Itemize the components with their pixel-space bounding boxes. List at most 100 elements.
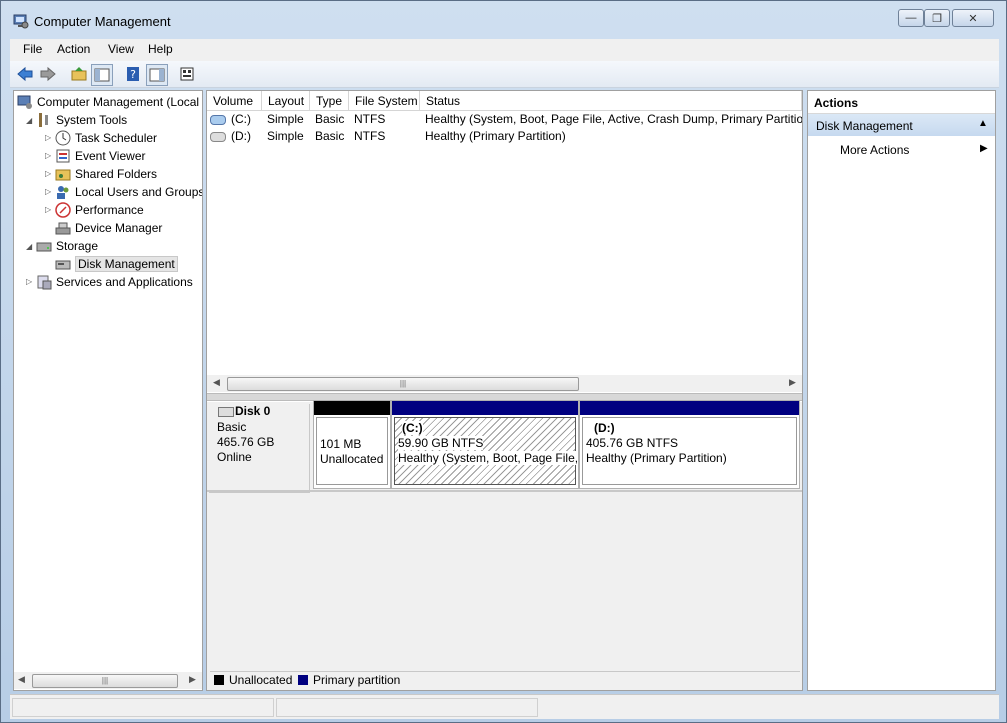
tree-label: Services and Applications [56,275,193,289]
partition-d[interactable]: (D:) 405.76 GB NTFS Healthy (Primary Par… [579,400,800,489]
expand-arrow-icon[interactable]: ▷ [45,205,51,214]
toolbar: ? [10,61,999,88]
scroll-right-icon[interactable]: ▶ [189,674,196,685]
partition-body: 101 MB Unallocated [316,417,388,485]
forward-arrow-icon [40,66,56,82]
tree-label: Storage [56,239,99,253]
tree-label: Device Manager [75,221,163,235]
tree-item-system-tools[interactable]: System Tools [36,111,127,129]
up-folder-button[interactable] [69,64,89,84]
tree-item-event-viewer[interactable]: Event Viewer [55,147,145,165]
cell-type: Basic [315,112,345,126]
cell-layout: Simple [267,112,304,126]
forward-button[interactable] [38,64,58,84]
menu-bar: File Action View Help [10,39,999,62]
help-icon: ? [127,67,139,81]
expand-arrow-icon[interactable]: ▷ [26,277,32,286]
minimize-button[interactable]: — [898,9,924,27]
actions-section-disk-management[interactable]: Disk Management ▲ [808,114,995,136]
users-icon [55,184,71,200]
menu-help[interactable]: Help [148,42,173,56]
table-row[interactable]: (D:) Simple Basic NTFS Healthy (Primary … [207,128,802,145]
column-header-volume[interactable]: Volume [207,91,262,111]
properties-button[interactable] [177,64,197,84]
tree-label: Computer Management (Local [37,95,200,109]
menu-file[interactable]: File [23,42,42,56]
title-bar: Computer Management — ❐ ✕ [1,1,1006,39]
computer-management-icon [13,14,29,29]
show-hide-console-tree-button[interactable] [91,64,113,86]
tree-label: Shared Folders [75,167,158,181]
storage-icon [36,238,52,254]
partition-size: 59.90 GB NTFS [398,436,484,450]
performance-icon [55,202,71,218]
restore-button[interactable]: ❐ [924,9,950,27]
back-button[interactable] [15,64,35,84]
console-tree-pane: Computer Management (Local ◢ System Tool… [13,90,203,691]
volume-list: Volume Layout Type File System Status (C… [207,91,802,391]
close-button[interactable]: ✕ [952,9,994,27]
show-hide-action-pane-button[interactable] [146,64,168,86]
partition-size: 101 MB [320,437,362,451]
system-tools-icon [36,112,52,128]
scroll-thumb[interactable]: ||| [227,377,579,391]
collapse-arrow-icon[interactable]: ◢ [26,116,32,125]
scroll-right-icon[interactable]: ▶ [789,377,796,388]
up-folder-icon [71,67,87,81]
scroll-thumb[interactable]: ||| [32,674,178,688]
menu-action[interactable]: Action [57,42,90,56]
help-button[interactable]: ? [123,64,143,84]
expand-arrow-icon[interactable]: ▷ [45,169,51,178]
partition-label: (D:) [594,421,615,435]
tree-item-task-scheduler[interactable]: Task Scheduler [55,129,157,147]
legend-unallocated: Unallocated [229,673,293,687]
scroll-left-icon[interactable]: ◀ [213,377,220,388]
back-arrow-icon [17,66,33,82]
tree-item-performance[interactable]: Performance [55,201,144,219]
tree-horizontal-scrollbar[interactable]: ◀ ||| ▶ [14,672,202,689]
table-row[interactable]: (C:) Simple Basic NTFS Healthy (System, … [207,111,802,128]
tree-label: Local Users and Groups [75,185,203,199]
legend: Unallocated Primary partition [210,671,800,690]
properties-icon [180,67,194,81]
tree-item-services-and-applications[interactable]: Services and Applications [36,273,193,291]
cell-volume: (D:) [231,129,251,143]
primary-partition-swatch [298,675,308,685]
legend-primary-partition: Primary partition [313,673,401,687]
tree-item-storage[interactable]: Storage [36,237,98,255]
volume-icon [210,132,226,142]
partition-c[interactable]: (C:) 59.90 GB NTFS Healthy (System, Boot… [391,400,579,489]
scroll-left-icon[interactable]: ◀ [18,674,25,685]
action-more-actions[interactable]: More Actions ▶ [808,141,995,159]
disk-info-panel[interactable]: Disk 0 Basic 465.76 GB Online [209,404,310,493]
status-panel [12,698,274,717]
disk-icon [218,407,234,417]
column-header-type[interactable]: Type [310,91,349,111]
status-bar [10,694,999,719]
partition-status: Healthy (Primary Partition) [586,451,727,465]
menu-view[interactable]: View [108,42,134,56]
cell-type: Basic [315,129,345,143]
tree-item-computer-management[interactable]: Computer Management (Local [17,93,199,111]
volume-list-horizontal-scrollbar[interactable]: ◀ ||| ▶ [207,375,802,392]
collapse-arrow-icon[interactable]: ◢ [26,242,32,251]
collapse-up-icon[interactable]: ▲ [978,118,988,129]
tree-item-device-manager[interactable]: Device Manager [55,219,162,237]
tree-item-disk-management[interactable]: Disk Management [55,255,178,273]
expand-arrow-icon[interactable]: ▷ [45,187,51,196]
partition-body-selected: (C:) 59.90 GB NTFS Healthy (System, Boot… [394,417,579,485]
column-header-layout[interactable]: Layout [262,91,310,111]
expand-arrow-icon[interactable]: ▷ [45,151,51,160]
device-manager-icon [55,220,71,236]
partition-body: (D:) 405.76 GB NTFS Healthy (Primary Par… [582,417,797,485]
tree-item-local-users-and-groups[interactable]: Local Users and Groups [55,183,203,201]
actions-section-label: Disk Management [816,119,913,133]
tree-label: System Tools [56,113,128,127]
column-header-file-system[interactable]: File System [349,91,420,111]
expand-arrow-icon[interactable]: ▷ [45,133,51,142]
partition-status: Healthy (System, Boot, Page File, [398,451,579,465]
actions-title: Actions [814,96,859,110]
partition-unallocated[interactable]: 101 MB Unallocated [313,400,391,489]
tree-item-shared-folders[interactable]: Shared Folders [55,165,157,183]
column-header-status[interactable]: Status [420,91,802,111]
